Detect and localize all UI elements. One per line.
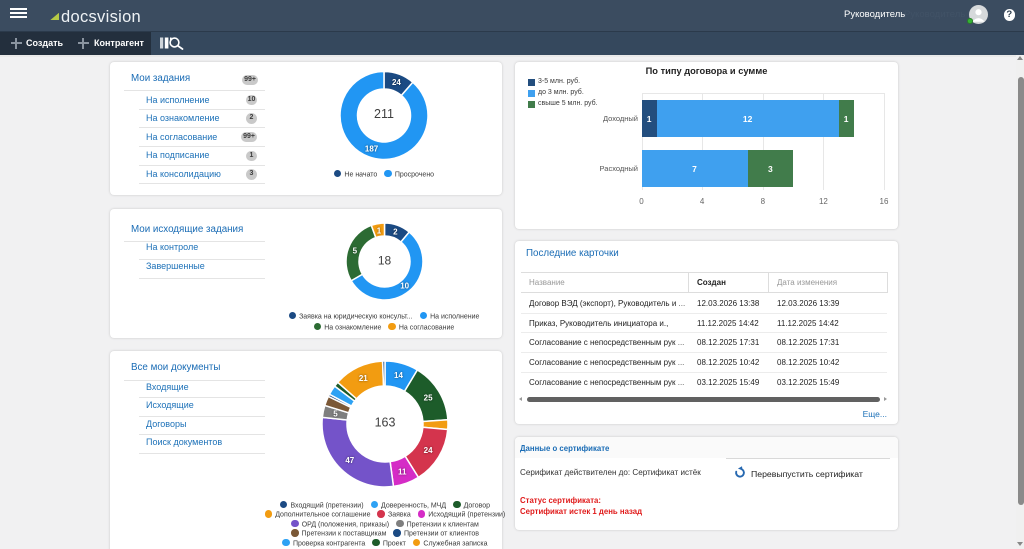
svg-text:14: 14 bbox=[394, 371, 403, 380]
svg-text:1: 1 bbox=[377, 226, 382, 235]
svg-text:5: 5 bbox=[353, 247, 358, 256]
svg-text:24: 24 bbox=[424, 446, 433, 455]
svg-text:211: 211 bbox=[374, 107, 394, 121]
svg-text:11: 11 bbox=[398, 467, 407, 476]
svg-text:18: 18 bbox=[378, 254, 392, 268]
svg-text:24: 24 bbox=[392, 78, 401, 87]
svg-text:187: 187 bbox=[365, 145, 379, 154]
svg-text:47: 47 bbox=[345, 456, 354, 465]
svg-text:10: 10 bbox=[400, 281, 409, 290]
svg-text:25: 25 bbox=[424, 393, 433, 402]
svg-text:21: 21 bbox=[359, 374, 368, 383]
svg-text:5: 5 bbox=[333, 410, 338, 419]
svg-text:163: 163 bbox=[375, 416, 396, 430]
svg-text:2: 2 bbox=[393, 228, 398, 237]
